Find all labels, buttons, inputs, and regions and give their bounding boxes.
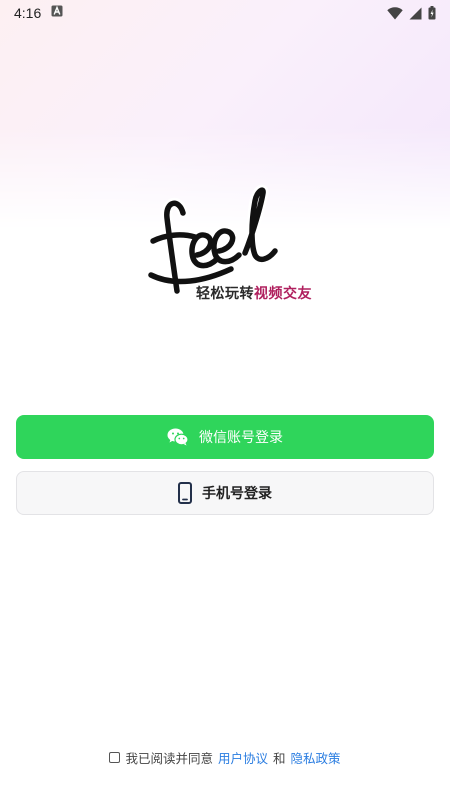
mobile-phone-icon bbox=[178, 482, 192, 504]
status-time: 4:16 bbox=[14, 5, 42, 21]
user-agreement-link[interactable]: 用户协议 bbox=[218, 748, 268, 767]
wechat-login-button[interactable]: 微信账号登录 bbox=[16, 415, 434, 459]
tagline-part1: 轻松玩转 bbox=[196, 286, 254, 302]
agreement-and: 和 bbox=[273, 751, 286, 766]
notification-a-icon bbox=[51, 5, 63, 21]
agreement-checkbox[interactable] bbox=[109, 752, 121, 763]
phone-login-label: 手机号登录 bbox=[202, 486, 272, 502]
status-left: 4:16 bbox=[14, 5, 63, 21]
agreement-prefix: 我已阅读并同意 bbox=[125, 751, 213, 766]
tagline-part2: 视频交友 bbox=[254, 286, 312, 302]
wifi-icon bbox=[387, 6, 403, 20]
wechat-icon bbox=[167, 428, 189, 446]
privacy-policy-link[interactable]: 隐私政策 bbox=[291, 748, 341, 767]
battery-icon bbox=[428, 6, 436, 20]
cell-signal-icon bbox=[409, 7, 422, 20]
agreement-row: 我已阅读并同意 用户协议 和 隐私政策 bbox=[0, 748, 450, 767]
tagline: 轻松玩转视频交友 bbox=[196, 283, 312, 303]
status-bar: 4:16 bbox=[0, 0, 450, 26]
wechat-login-label: 微信账号登录 bbox=[199, 430, 283, 446]
status-right bbox=[387, 6, 436, 20]
phone-login-button[interactable]: 手机号登录 bbox=[16, 471, 434, 515]
